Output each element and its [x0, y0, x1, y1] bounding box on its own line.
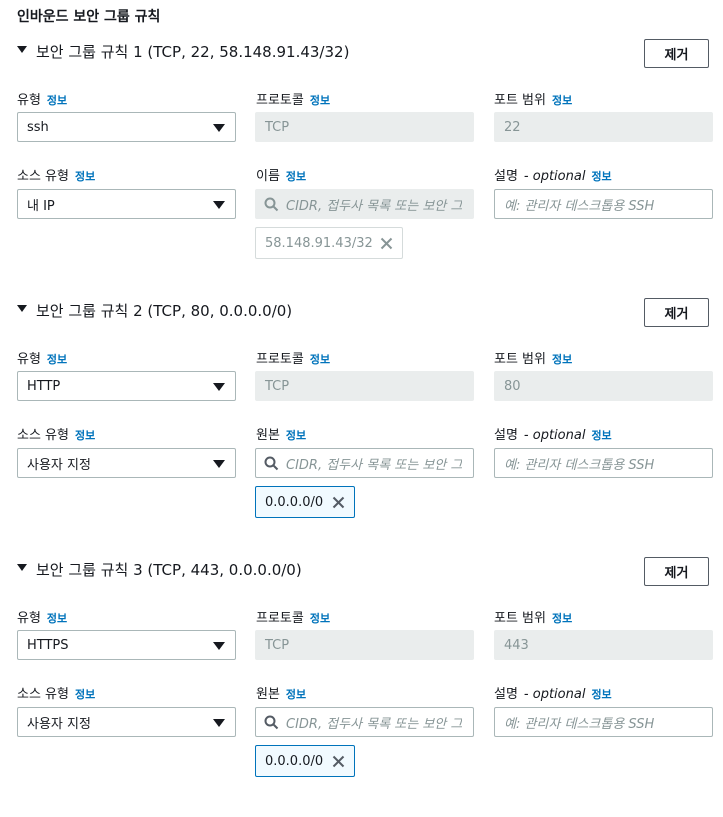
- search-icon: [264, 197, 279, 211]
- caret-down-icon[interactable]: [17, 45, 27, 53]
- protocol-label: 프로토콜 정보: [256, 351, 331, 367]
- port-range-label: 포트 범위 정보: [494, 610, 573, 626]
- info-link[interactable]: 정보: [286, 168, 306, 184]
- rule-title: 보안 그룹 규칙 3 (TCP, 443, 0.0.0.0/0): [36, 560, 302, 579]
- search-icon: [264, 456, 279, 470]
- protocol-field: TCP: [255, 371, 474, 401]
- source-token: 0.0.0.0/0: [255, 486, 355, 518]
- description-input[interactable]: 예: 관리자 데스크톱용 SSH: [494, 707, 713, 737]
- remove-rule-button[interactable]: 제거: [644, 39, 709, 68]
- type-label: 유형 정보: [17, 92, 68, 108]
- info-link[interactable]: 정보: [591, 686, 611, 702]
- section-title: 인바운드 보안 그룹 규칙: [17, 9, 161, 25]
- port-range-label: 포트 범위 정보: [494, 92, 573, 108]
- type-select[interactable]: HTTP: [17, 371, 236, 401]
- type-label: 유형 정보: [17, 610, 68, 626]
- description-input[interactable]: 예: 관리자 데스크톱용 SSH: [494, 448, 713, 478]
- info-link[interactable]: 정보: [591, 168, 611, 184]
- port-range-field: 22: [494, 112, 713, 142]
- dropdown-arrow-icon: [213, 124, 225, 132]
- source-label: 원본 정보: [256, 686, 307, 702]
- source-type-label: 소스 유형 정보: [17, 168, 96, 184]
- source-label: 원본 정보: [256, 427, 307, 443]
- source-type-label: 소스 유형 정보: [17, 686, 96, 702]
- caret-down-icon[interactable]: [17, 304, 27, 312]
- source-type-select[interactable]: 내 IP: [17, 189, 236, 219]
- info-link[interactable]: 정보: [47, 92, 67, 108]
- port-range-field: 443: [494, 630, 713, 660]
- info-link[interactable]: 정보: [310, 610, 330, 626]
- protocol-label: 프로토콜 정보: [256, 610, 331, 626]
- info-link[interactable]: 정보: [286, 427, 306, 443]
- description-label: 설명 - optional 정보: [494, 427, 612, 443]
- rule-1: 보안 그룹 규칙 1 (TCP, 22, 58.148.91.43/32) 제거…: [0, 39, 723, 299]
- protocol-field: TCP: [255, 630, 474, 660]
- description-label: 설명 - optional 정보: [494, 686, 612, 702]
- source-token: 0.0.0.0/0: [255, 745, 355, 777]
- info-link[interactable]: 정보: [47, 610, 67, 626]
- info-link[interactable]: 정보: [47, 351, 67, 367]
- info-link[interactable]: 정보: [591, 427, 611, 443]
- dropdown-arrow-icon: [213, 383, 225, 391]
- type-select[interactable]: ssh: [17, 112, 236, 142]
- rule-title: 보안 그룹 규칙 1 (TCP, 22, 58.148.91.43/32): [36, 42, 350, 61]
- source-search-input[interactable]: CIDR, 접두사 목록 또는 보안 그: [255, 448, 474, 478]
- info-link[interactable]: 정보: [552, 610, 572, 626]
- source-token: 58.148.91.43/32: [255, 227, 403, 259]
- dropdown-arrow-icon: [213, 201, 225, 209]
- search-icon: [264, 715, 279, 729]
- source-type-select[interactable]: 사용자 지정: [17, 448, 236, 478]
- remove-rule-button[interactable]: 제거: [644, 298, 709, 327]
- dropdown-arrow-icon: [213, 460, 225, 468]
- description-input[interactable]: 예: 관리자 데스크톱용 SSH: [494, 189, 713, 219]
- rule-2: 보안 그룹 규칙 2 (TCP, 80, 0.0.0.0/0) 제거 유형 정보 …: [0, 298, 723, 558]
- rule-3: 보안 그룹 규칙 3 (TCP, 443, 0.0.0.0/0) 제거 유형 정보…: [0, 557, 723, 817]
- info-link[interactable]: 정보: [75, 168, 95, 184]
- info-link[interactable]: 정보: [286, 686, 306, 702]
- source-search-input: CIDR, 접두사 목록 또는 보안 그: [255, 189, 474, 219]
- protocol-label: 프로토콜 정보: [256, 92, 331, 108]
- source-label: 이름 정보: [256, 168, 307, 184]
- close-icon[interactable]: [332, 755, 345, 768]
- port-range-field: 80: [494, 371, 713, 401]
- close-icon[interactable]: [332, 496, 345, 509]
- source-search-input[interactable]: CIDR, 접두사 목록 또는 보안 그: [255, 707, 474, 737]
- info-link[interactable]: 정보: [75, 686, 95, 702]
- source-type-label: 소스 유형 정보: [17, 427, 96, 443]
- caret-down-icon[interactable]: [17, 563, 27, 571]
- remove-rule-button[interactable]: 제거: [644, 557, 709, 586]
- source-type-select[interactable]: 사용자 지정: [17, 707, 236, 737]
- dropdown-arrow-icon: [213, 719, 225, 727]
- close-icon: [380, 237, 393, 250]
- protocol-field: TCP: [255, 112, 474, 142]
- type-select[interactable]: HTTPS: [17, 630, 236, 660]
- info-link[interactable]: 정보: [310, 351, 330, 367]
- info-link[interactable]: 정보: [75, 427, 95, 443]
- rule-1-header[interactable]: 보안 그룹 규칙 1 (TCP, 22, 58.148.91.43/32): [17, 40, 349, 62]
- info-link[interactable]: 정보: [552, 92, 572, 108]
- info-link[interactable]: 정보: [552, 351, 572, 367]
- description-label: 설명 - optional 정보: [494, 168, 612, 184]
- type-label: 유형 정보: [17, 351, 68, 367]
- dropdown-arrow-icon: [213, 642, 225, 650]
- rule-title: 보안 그룹 규칙 2 (TCP, 80, 0.0.0.0/0): [36, 301, 293, 320]
- rule-2-header[interactable]: 보안 그룹 규칙 2 (TCP, 80, 0.0.0.0/0): [17, 299, 292, 321]
- port-range-label: 포트 범위 정보: [494, 351, 573, 367]
- info-link[interactable]: 정보: [310, 92, 330, 108]
- rule-3-header[interactable]: 보안 그룹 규칙 3 (TCP, 443, 0.0.0.0/0): [17, 558, 302, 580]
